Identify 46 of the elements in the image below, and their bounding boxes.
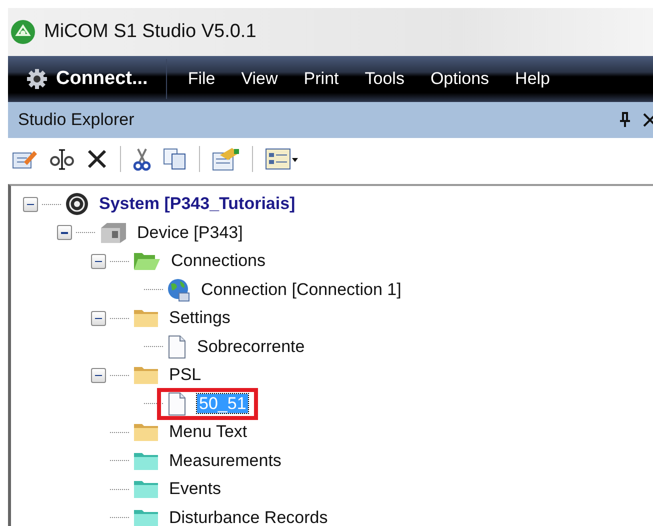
tree-item[interactable]: Measurements [167,450,284,470]
folder-icon [133,478,159,500]
collapse-toggle[interactable] [91,368,106,383]
rename-icon[interactable] [50,147,74,171]
properties-icon[interactable] [212,147,240,171]
menu-item[interactable]: Print [290,69,352,89]
edit-icon[interactable] [12,148,38,170]
tree-item[interactable]: PSL [167,365,204,384]
tree-item[interactable]: Disturbance Records [167,508,330,526]
collapse-toggle[interactable] [91,254,106,269]
globe-icon [167,278,191,302]
pin-icon[interactable] [619,112,631,128]
menu-item[interactable]: Options [417,69,502,89]
gear-icon [26,68,48,90]
app-logo-icon [10,19,36,45]
tree-item[interactable]: Events [167,479,223,498]
scissors-icon[interactable] [133,147,151,171]
tree-item[interactable]: Connection [Connection 1] [199,280,404,299]
collapse-toggle[interactable] [91,310,106,326]
view-dropdown-icon[interactable] [265,147,299,171]
folder-icon [133,307,159,330]
menu-item[interactable]: Tools [352,69,418,89]
collapse-toggle[interactable] [57,225,72,240]
tree-item[interactable]: Device [P343] [135,222,245,242]
folder-icon [133,421,159,444]
tree-item[interactable]: Connections [169,251,268,270]
open-folder-icon [133,250,161,272]
menu-item[interactable]: File [174,69,228,89]
panel-title: Studio Explorer [18,110,136,130]
tree-item[interactable]: System [P343_Tutoriais] [97,194,298,214]
connect-menu[interactable]: Connect... [8,68,166,90]
document-icon [167,392,187,416]
copy-icon[interactable] [163,148,187,170]
tree-item[interactable]: Sobrecorrente [195,336,307,356]
device-icon [99,222,127,244]
document-icon [167,334,187,359]
menu-item[interactable]: View [228,69,291,89]
folder-icon [133,364,159,386]
menu-item[interactable]: Help [502,69,564,89]
close-icon[interactable] [643,113,653,127]
tree-item[interactable]: Settings [167,308,232,328]
delete-icon[interactable] [86,148,108,170]
window-title: MiCOM S1 Studio V5.0.1 [44,21,256,43]
collapse-toggle[interactable] [23,196,38,212]
target-icon [65,192,89,216]
tree-item[interactable]: Menu Text [167,422,250,442]
